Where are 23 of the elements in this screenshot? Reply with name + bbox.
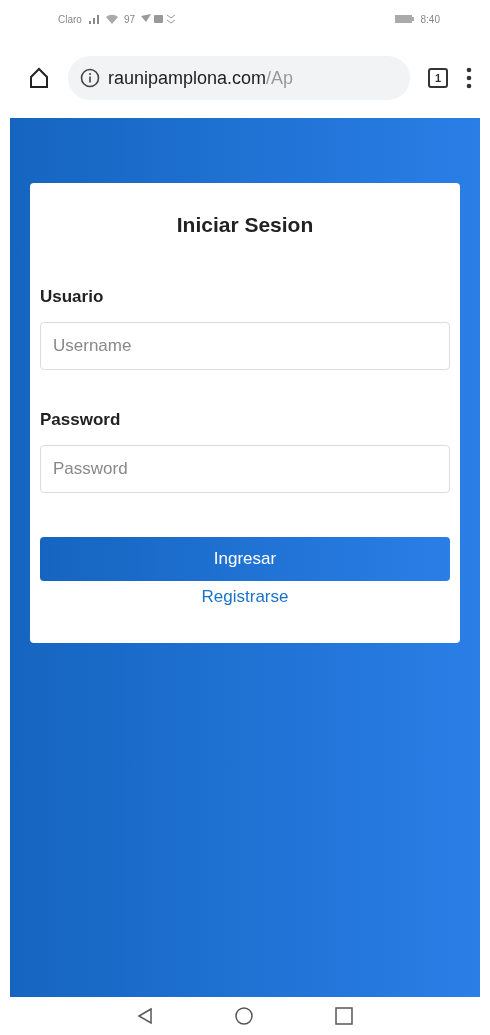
recents-icon[interactable]: [335, 1007, 353, 1025]
input-field[interactable]: Username: [40, 322, 450, 370]
app-notification-icons: [141, 14, 178, 24]
field-label: Usuario: [40, 287, 105, 307]
home-icon[interactable]: [28, 67, 50, 89]
signal-icon: [87, 13, 100, 25]
url-text: raunipamplona.com/Ap: [108, 67, 294, 89]
menu-icon[interactable]: [466, 67, 472, 89]
login-title: Iniciar Sesion: [175, 213, 315, 237]
info-icon: [80, 68, 100, 88]
battery-icon: [394, 14, 415, 24]
wifi-icon: [105, 14, 118, 24]
home-circle-icon[interactable]: [235, 1007, 253, 1025]
network-speed: 97: [123, 13, 136, 25]
login-button[interactable]: Ingresar: [40, 537, 450, 581]
clock-time: 8:40: [420, 13, 440, 25]
field-label: Password: [40, 410, 122, 430]
back-icon[interactable]: [137, 1007, 153, 1025]
tab-count-button[interactable]: 1: [428, 68, 448, 88]
address-bar[interactable]: raunipamplona.com/Ap: [68, 56, 410, 100]
input-field[interactable]: Password: [40, 445, 450, 493]
register-link[interactable]: Registrarse: [201, 587, 289, 607]
carrier-name: Claro: [58, 13, 82, 25]
